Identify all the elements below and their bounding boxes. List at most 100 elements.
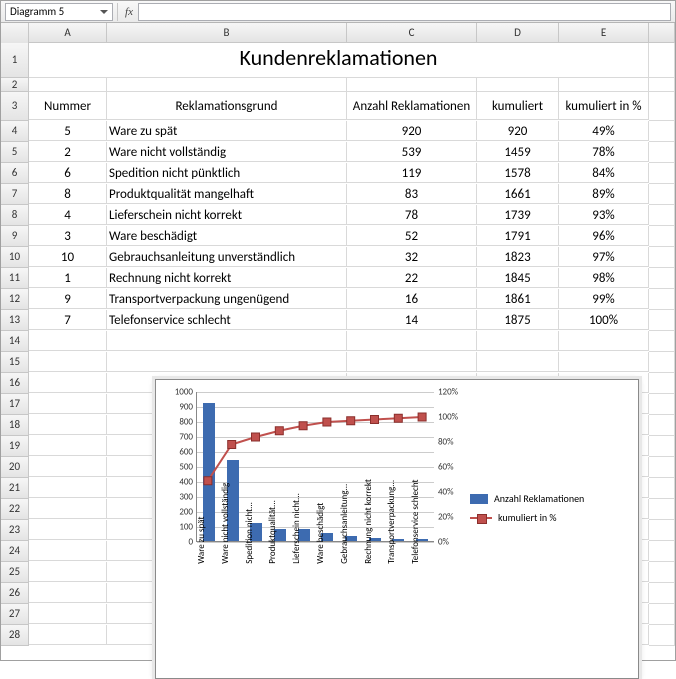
table-cell[interactable]: 1861 bbox=[477, 289, 559, 309]
legend-item: kumuliert in % bbox=[470, 511, 626, 524]
table-cell[interactable]: 84% bbox=[559, 163, 649, 183]
table-cell[interactable]: 9 bbox=[29, 289, 107, 309]
row-header[interactable]: 27 bbox=[1, 604, 29, 625]
table-cell[interactable]: 99% bbox=[559, 289, 649, 309]
formula-input[interactable] bbox=[138, 3, 671, 21]
row-header[interactable]: 12 bbox=[1, 289, 29, 310]
header-kumuliert-pct[interactable]: kumuliert in % bbox=[559, 92, 649, 120]
row-header[interactable]: 9 bbox=[1, 226, 29, 247]
row-header[interactable]: 14 bbox=[1, 331, 29, 352]
row-header[interactable]: 6 bbox=[1, 163, 29, 184]
col-header-d[interactable]: D bbox=[477, 23, 559, 43]
row-header[interactable]: 18 bbox=[1, 415, 29, 436]
col-header-blank bbox=[649, 23, 675, 43]
row-header[interactable]: 24 bbox=[1, 541, 29, 562]
header-kumuliert[interactable]: kumuliert bbox=[477, 92, 559, 120]
table-cell[interactable]: 14 bbox=[347, 310, 477, 330]
table-cell[interactable]: 539 bbox=[347, 142, 477, 162]
name-box[interactable]: Diagramm 5 bbox=[5, 3, 113, 21]
table-cell[interactable]: Lieferschein nicht korrekt bbox=[107, 205, 347, 225]
table-cell[interactable]: 2 bbox=[29, 142, 107, 162]
row-header[interactable]: 5 bbox=[1, 142, 29, 163]
table-cell[interactable]: 98% bbox=[559, 268, 649, 288]
row-header[interactable]: 2 bbox=[1, 78, 29, 92]
table-cell[interactable]: 6 bbox=[29, 163, 107, 183]
table-cell[interactable]: Rechnung nicht korrekt bbox=[107, 268, 347, 288]
table-cell[interactable]: Transportverpackung ungenügend bbox=[107, 289, 347, 309]
table-cell[interactable]: 1661 bbox=[477, 184, 559, 204]
column-headers: A B C D E bbox=[1, 23, 675, 43]
chevron-down-icon[interactable] bbox=[100, 10, 108, 14]
row-header[interactable]: 19 bbox=[1, 436, 29, 457]
row-header[interactable]: 17 bbox=[1, 394, 29, 415]
row-header[interactable]: 22 bbox=[1, 499, 29, 520]
table-cell[interactable]: 5 bbox=[29, 121, 107, 141]
table-cell[interactable]: 4 bbox=[29, 205, 107, 225]
row-header[interactable]: 11 bbox=[1, 268, 29, 289]
table-cell[interactable]: 1 bbox=[29, 268, 107, 288]
table-cell[interactable]: 1578 bbox=[477, 163, 559, 183]
row-header[interactable]: 26 bbox=[1, 583, 29, 604]
col-header-b[interactable]: B bbox=[107, 23, 347, 43]
row-header[interactable]: 7 bbox=[1, 184, 29, 205]
select-all-corner[interactable] bbox=[1, 23, 29, 43]
table-cell[interactable]: 49% bbox=[559, 121, 649, 141]
table-cell[interactable]: 1459 bbox=[477, 142, 559, 162]
table-cell[interactable]: 7 bbox=[29, 310, 107, 330]
row-header[interactable]: 10 bbox=[1, 247, 29, 268]
table-cell[interactable]: 1823 bbox=[477, 247, 559, 267]
chart-x-labels: Ware zu spätWare nicht vollständigSpedit… bbox=[196, 546, 434, 560]
col-header-a[interactable]: A bbox=[29, 23, 107, 43]
table-cell[interactable]: Ware zu spät bbox=[107, 121, 347, 141]
table-cell[interactable]: Produktqualität mangelhaft bbox=[107, 184, 347, 204]
table-cell[interactable]: 1791 bbox=[477, 226, 559, 246]
table-cell[interactable]: 83 bbox=[347, 184, 477, 204]
page-title[interactable]: Kundenreklamationen bbox=[29, 43, 649, 78]
col-header-c[interactable]: C bbox=[347, 23, 477, 43]
table-cell[interactable]: 119 bbox=[347, 163, 477, 183]
table-cell[interactable]: 10 bbox=[29, 247, 107, 267]
table-cell[interactable]: 78% bbox=[559, 142, 649, 162]
row-header[interactable]: 13 bbox=[1, 310, 29, 331]
table-cell[interactable]: 1739 bbox=[477, 205, 559, 225]
table-cell[interactable]: Gebrauchsanleitung unverständlich bbox=[107, 247, 347, 267]
header-anzahl[interactable]: Anzahl Reklamationen bbox=[347, 92, 477, 120]
row-header[interactable]: 21 bbox=[1, 478, 29, 499]
header-nummer[interactable]: Nummer bbox=[29, 92, 107, 120]
pareto-chart[interactable]: 010020030040050060070080090010000%20%40%… bbox=[155, 379, 639, 679]
table-cell[interactable]: 97% bbox=[559, 247, 649, 267]
spreadsheet-grid[interactable]: 1 Kundenreklamationen 2 3 Nummer Reklama… bbox=[1, 43, 675, 646]
table-cell[interactable]: 16 bbox=[347, 289, 477, 309]
table-cell[interactable]: 22 bbox=[347, 268, 477, 288]
row-header[interactable]: 16 bbox=[1, 373, 29, 394]
row-header[interactable]: 1 bbox=[1, 43, 29, 78]
table-cell[interactable]: 3 bbox=[29, 226, 107, 246]
table-cell[interactable]: 8 bbox=[29, 184, 107, 204]
table-cell[interactable]: 52 bbox=[347, 226, 477, 246]
row-header[interactable]: 15 bbox=[1, 352, 29, 373]
row-header[interactable]: 3 bbox=[1, 92, 29, 121]
table-cell[interactable]: 920 bbox=[477, 121, 559, 141]
row-header[interactable]: 8 bbox=[1, 205, 29, 226]
row-header[interactable]: 25 bbox=[1, 562, 29, 583]
table-cell[interactable]: 100% bbox=[559, 310, 649, 330]
table-cell[interactable]: Ware nicht vollständig bbox=[107, 142, 347, 162]
col-header-e[interactable]: E bbox=[559, 23, 649, 43]
row-header[interactable]: 4 bbox=[1, 121, 29, 142]
fx-button[interactable]: fx bbox=[120, 3, 138, 21]
table-cell[interactable]: 89% bbox=[559, 184, 649, 204]
table-cell[interactable]: Ware beschädigt bbox=[107, 226, 347, 246]
table-cell[interactable]: 93% bbox=[559, 205, 649, 225]
table-cell[interactable]: 1845 bbox=[477, 268, 559, 288]
row-header[interactable]: 23 bbox=[1, 520, 29, 541]
table-cell[interactable]: 96% bbox=[559, 226, 649, 246]
header-grund[interactable]: Reklamationsgrund bbox=[107, 92, 347, 120]
table-cell[interactable]: 32 bbox=[347, 247, 477, 267]
row-header[interactable]: 28 bbox=[1, 625, 29, 646]
table-cell[interactable]: 1875 bbox=[477, 310, 559, 330]
table-cell[interactable]: 920 bbox=[347, 121, 477, 141]
table-cell[interactable]: Spedition nicht pünktlich bbox=[107, 163, 347, 183]
table-cell[interactable]: 78 bbox=[347, 205, 477, 225]
row-header[interactable]: 20 bbox=[1, 457, 29, 478]
table-cell[interactable]: Telefonservice schlecht bbox=[107, 310, 347, 330]
